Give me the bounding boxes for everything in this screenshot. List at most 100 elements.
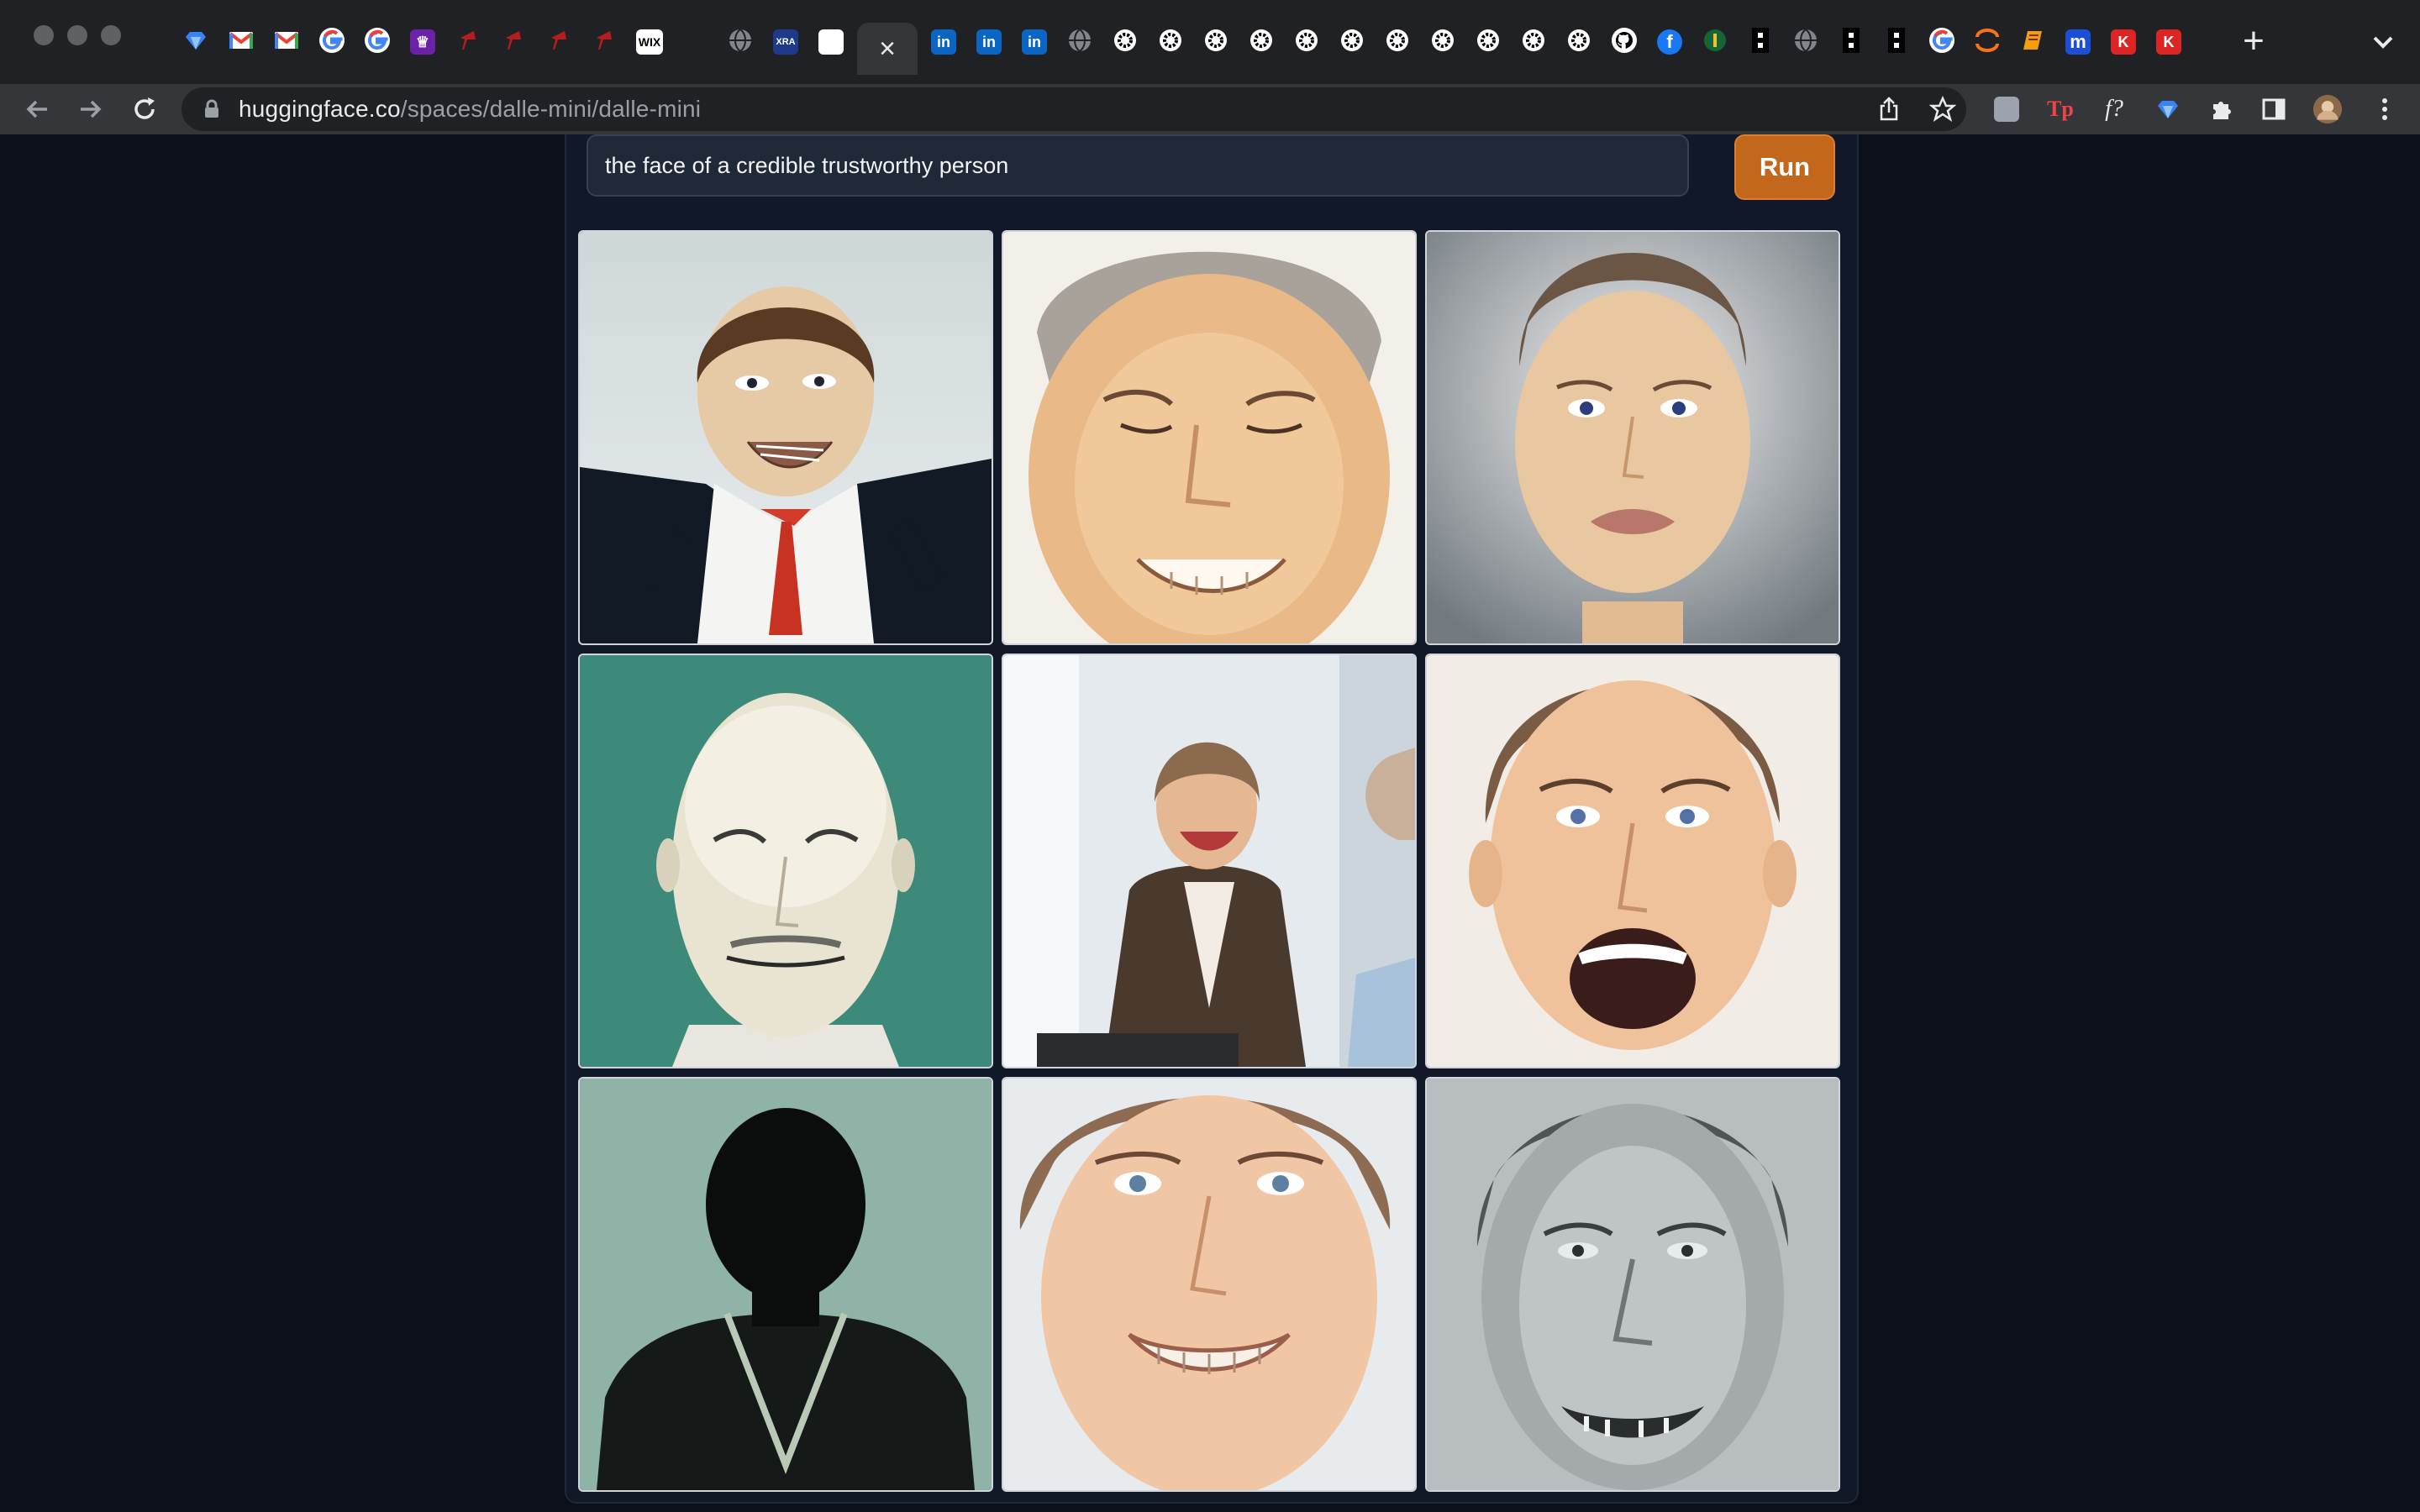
reload-button[interactable]	[128, 92, 161, 126]
tab[interactable]: K	[2146, 18, 2191, 66]
tab[interactable]	[1148, 18, 1193, 66]
tab[interactable]	[1465, 18, 1511, 66]
generated-image-9[interactable]	[1425, 1077, 1840, 1492]
tab[interactable]	[1057, 18, 1102, 66]
tab[interactable]: WIX	[627, 18, 672, 66]
profile-button[interactable]	[2312, 94, 2343, 124]
white-square-icon	[818, 29, 844, 55]
url-text: huggingface.co/spaces/dalle-mini/dalle-m…	[239, 96, 702, 122]
tab[interactable]: in	[1012, 18, 1057, 66]
browser-menu-button[interactable]	[2370, 94, 2400, 124]
arc-icon	[1974, 27, 2001, 58]
new-tab-button[interactable]: +	[2235, 20, 2272, 62]
google-icon	[318, 27, 345, 58]
generated-image-4[interactable]	[578, 654, 993, 1068]
tab[interactable]	[672, 18, 718, 66]
close-tab-icon[interactable]: ×	[879, 34, 896, 63]
tab[interactable]	[1738, 18, 1783, 66]
linkedin-icon: in	[931, 29, 956, 55]
tab[interactable]	[1375, 18, 1420, 66]
tab[interactable]	[218, 18, 264, 66]
tab[interactable]	[173, 18, 218, 66]
tab[interactable]	[1692, 18, 1738, 66]
generated-image-1[interactable]	[578, 230, 993, 645]
tab[interactable]	[1556, 18, 1602, 66]
tab-search-button[interactable]	[2366, 25, 2400, 59]
tab[interactable]	[1602, 18, 1647, 66]
gmail-icon	[229, 30, 254, 55]
share-button[interactable]	[1874, 94, 1904, 124]
red-app-icon	[455, 28, 481, 57]
bookmark-button[interactable]	[1928, 94, 1958, 124]
gear-icon	[1521, 28, 1546, 57]
extensions-menu-button[interactable]	[2207, 94, 2237, 124]
side-panel-button[interactable]	[2259, 94, 2289, 124]
tab[interactable]	[1102, 18, 1148, 66]
tab[interactable]	[718, 18, 763, 66]
close-window-button[interactable]	[34, 25, 54, 45]
tab[interactable]	[1783, 18, 1828, 66]
tab[interactable]	[355, 18, 400, 66]
browser-toolbar: huggingface.co/spaces/dalle-mini/dalle-m…	[0, 84, 2420, 134]
active-tab[interactable]: ×	[857, 23, 918, 75]
dots-icon	[1752, 27, 1769, 57]
tab[interactable]	[445, 18, 491, 66]
generated-image-3[interactable]	[1425, 230, 1840, 645]
tab[interactable]: in	[921, 18, 966, 66]
globe-icon	[1793, 28, 1818, 57]
tab[interactable]	[264, 18, 309, 66]
tab[interactable]: K	[2101, 18, 2146, 66]
linkedin-icon: in	[976, 29, 1002, 55]
tab[interactable]	[309, 18, 355, 66]
tab[interactable]: XRA	[763, 18, 808, 66]
generated-image-2[interactable]	[1002, 230, 1417, 645]
tab[interactable]	[1284, 18, 1329, 66]
tab[interactable]	[1193, 18, 1239, 66]
tab[interactable]	[2010, 18, 2055, 66]
tab[interactable]	[1828, 18, 1874, 66]
forward-button[interactable]	[74, 92, 108, 126]
tab[interactable]	[808, 18, 854, 66]
tab[interactable]	[581, 18, 627, 66]
run-button[interactable]: Run	[1734, 134, 1835, 200]
k-icon: K	[2156, 29, 2181, 55]
prompt-input[interactable]: the face of a credible trustworthy perso…	[587, 134, 1689, 197]
generated-image-8[interactable]	[1002, 1077, 1417, 1492]
gear-icon	[1339, 28, 1365, 57]
zoom-window-button[interactable]	[101, 25, 121, 45]
extension-button[interactable]	[2153, 94, 2183, 124]
gear-icon	[1294, 28, 1319, 57]
tab[interactable]	[1919, 18, 1965, 66]
tab[interactable]	[1239, 18, 1284, 66]
tab[interactable]	[1965, 18, 2010, 66]
extension-button[interactable]: Tp	[2045, 94, 2075, 124]
back-button[interactable]	[20, 92, 54, 126]
app-panel: the face of a credible trustworthy perso…	[565, 134, 1859, 1504]
tab[interactable]: m	[2055, 18, 2101, 66]
chevron-down-icon	[2373, 36, 2393, 49]
generated-image-7[interactable]	[578, 1077, 993, 1492]
tab[interactable]	[536, 18, 581, 66]
generated-image-6[interactable]	[1425, 654, 1840, 1068]
globe-icon	[1067, 28, 1092, 57]
app-icon	[1702, 28, 1728, 57]
tab[interactable]: ♕	[400, 18, 445, 66]
tab[interactable]: in	[966, 18, 1012, 66]
m-icon: m	[2065, 29, 2091, 55]
tab[interactable]	[1329, 18, 1375, 66]
gear-icon	[1476, 28, 1501, 57]
tab[interactable]	[1874, 18, 1919, 66]
tab[interactable]	[1511, 18, 1556, 66]
linkedin-icon: in	[1022, 29, 1047, 55]
extension-tp-icon: Tp	[2047, 97, 2074, 121]
xra-icon: XRA	[773, 29, 798, 55]
red-app-icon	[501, 28, 526, 57]
tab[interactable]	[1420, 18, 1465, 66]
minimize-window-button[interactable]	[67, 25, 87, 45]
extension-button[interactable]: f?	[2099, 94, 2129, 124]
extension-r-icon	[1994, 97, 2019, 122]
tab[interactable]	[491, 18, 536, 66]
extension-button[interactable]	[1991, 94, 2022, 124]
generated-image-5[interactable]	[1002, 654, 1417, 1068]
tab[interactable]: f	[1647, 18, 1692, 66]
